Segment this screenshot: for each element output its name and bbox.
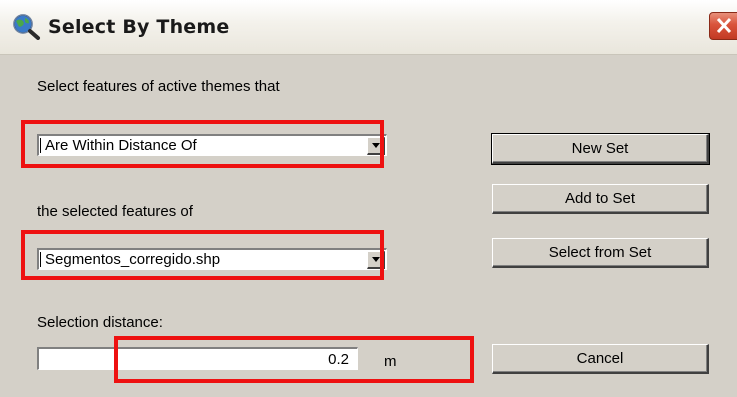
- add-to-set-button[interactable]: Add to Set: [492, 184, 709, 214]
- select-by-theme-dialog: Select By Theme Select features of activ…: [0, 0, 737, 397]
- chevron-down-icon: [372, 257, 380, 262]
- new-set-button[interactable]: New Set: [491, 133, 710, 165]
- select-from-set-label: Select from Set: [548, 244, 652, 261]
- new-set-label: New Set: [571, 140, 629, 157]
- distance-label: Selection distance:: [37, 314, 163, 331]
- source-label: the selected features of: [37, 203, 193, 220]
- relation-select[interactable]: Are Within Distance Of: [37, 134, 387, 156]
- close-button[interactable]: [709, 12, 737, 40]
- theme-select-value: Segmentos_corregido.shp: [45, 251, 221, 268]
- dialog-title: Select By Theme: [48, 16, 230, 38]
- text-caret: [40, 138, 41, 153]
- distance-input[interactable]: 0.2: [37, 347, 358, 370]
- text-caret: [40, 252, 41, 267]
- globe-magnifier-icon: [10, 12, 42, 40]
- add-to-set-label: Add to Set: [564, 190, 636, 207]
- dialog-body: Select features of active themes that Ar…: [0, 55, 737, 397]
- theme-select[interactable]: Segmentos_corregido.shp: [37, 248, 387, 270]
- select-from-set-button[interactable]: Select from Set: [492, 238, 709, 268]
- theme-dropdown-button[interactable]: [367, 251, 385, 269]
- relation-select-value: Are Within Distance Of: [45, 137, 197, 154]
- cancel-label: Cancel: [576, 350, 624, 367]
- distance-input-value: 0.2: [328, 351, 349, 368]
- intro-label: Select features of active themes that: [37, 78, 280, 95]
- distance-unit: m: [384, 353, 397, 370]
- title-bar[interactable]: Select By Theme: [0, 0, 737, 55]
- close-icon: [716, 17, 732, 34]
- chevron-down-icon: [372, 143, 380, 148]
- relation-dropdown-button[interactable]: [367, 137, 385, 155]
- cancel-button[interactable]: Cancel: [492, 344, 709, 374]
